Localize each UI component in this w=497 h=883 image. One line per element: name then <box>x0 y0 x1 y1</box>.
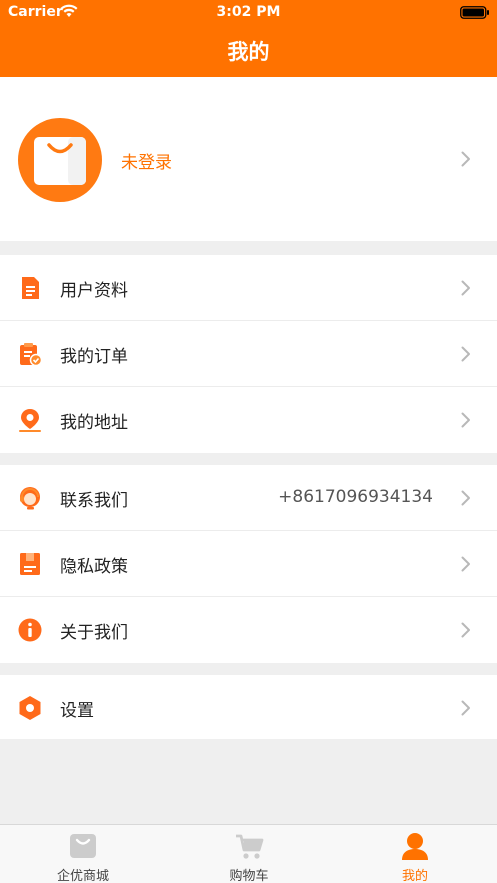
tab-shop[interactable]: 企优商城 <box>0 825 166 883</box>
menu-group-account: 用户资料 我的订单 我的地址 <box>0 255 497 453</box>
page-title: 我的 <box>227 40 270 64</box>
menu-item-label: 关于我们 <box>60 623 128 643</box>
customer-service-icon <box>20 487 40 510</box>
chevron-right-icon <box>461 622 470 638</box>
menu-item-label: 用户资料 <box>60 281 128 301</box>
menu-item-label: 我的订单 <box>60 347 128 367</box>
chevron-right-icon <box>461 556 470 572</box>
tab-label: 企优商城 <box>56 869 109 883</box>
login-status[interactable]: 未登录 <box>121 148 172 173</box>
menu-item-address[interactable]: 我的地址 <box>0 387 497 453</box>
tab-label: 我的 <box>401 869 428 883</box>
status-bar: Carrier 3:02 PM <box>0 0 497 24</box>
contact-phone-number: +8617096934134 <box>278 487 433 507</box>
menu-item-label: 联系我们 <box>60 491 128 511</box>
menu-group-info: 联系我们 +8617096934134 隐私政策 关于我们 <box>0 465 497 663</box>
menu-item-contact[interactable]: 联系我们 +8617096934134 <box>0 465 497 531</box>
order-clipboard-icon <box>20 343 43 367</box>
menu-item-privacy[interactable]: 隐私政策 <box>0 531 497 597</box>
tab-cart[interactable]: 购物车 <box>166 825 332 883</box>
chevron-right-icon <box>461 700 470 716</box>
avatar[interactable] <box>18 118 102 202</box>
menu-item-about[interactable]: 关于我们 <box>0 597 497 663</box>
menu-item-label: 我的地址 <box>60 413 128 433</box>
menu-item-profile[interactable]: 用户资料 <box>0 255 497 321</box>
menu-item-settings[interactable]: 设置 <box>0 675 497 739</box>
tab-bar: 企优商城 购物车 我的 <box>0 824 497 883</box>
menu-item-label: 设置 <box>60 701 94 721</box>
tab-label: 购物车 <box>229 869 269 883</box>
tab-mine[interactable]: 我的 <box>332 825 497 883</box>
cart-icon <box>236 834 264 859</box>
clock: 3:02 PM <box>216 4 281 20</box>
privacy-document-icon <box>20 553 40 575</box>
user-icon <box>402 833 428 860</box>
profile-card[interactable]: 未登录 <box>0 77 497 241</box>
location-pin-icon <box>19 409 41 432</box>
settings-hexagon-icon <box>19 696 41 720</box>
chevron-right-icon <box>461 490 470 506</box>
chevron-right-icon <box>461 346 470 362</box>
chevron-right-icon <box>461 412 470 428</box>
header: Carrier 3:02 PM 我的 <box>0 0 497 77</box>
battery-icon <box>460 6 489 19</box>
info-icon <box>18 618 42 642</box>
chevron-right-icon <box>461 151 470 167</box>
menu-item-label: 隐私政策 <box>60 557 128 577</box>
profile-document-icon <box>22 277 39 299</box>
menu-group-settings: 设置 <box>0 675 497 739</box>
shopping-bag-icon <box>34 137 86 185</box>
chevron-right-icon <box>461 280 470 296</box>
shop-bag-icon <box>70 834 96 858</box>
menu-item-orders[interactable]: 我的订单 <box>0 321 497 387</box>
